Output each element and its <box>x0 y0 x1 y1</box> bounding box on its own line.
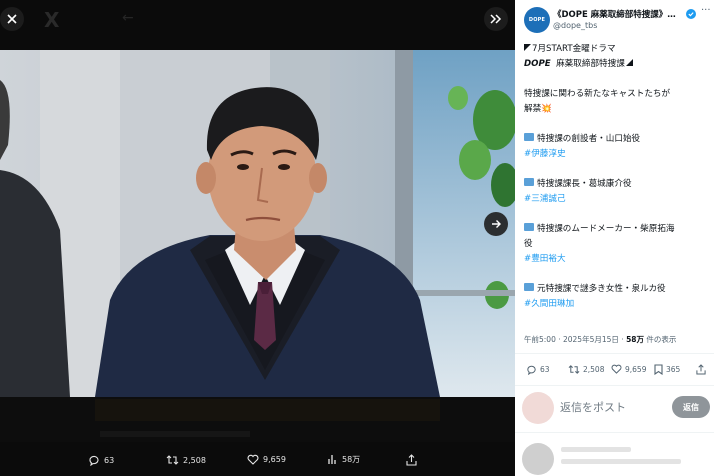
expand-icon <box>490 14 502 24</box>
reply-icon <box>527 365 536 375</box>
tweet-line: 解禁💥 <box>524 102 710 117</box>
heart-icon <box>247 454 259 465</box>
account-avatar[interactable]: DOPE <box>524 7 550 33</box>
hashtag-link[interactable]: #久間田琳加 <box>524 297 710 312</box>
user-avatar <box>522 392 554 424</box>
account-name[interactable]: 《DOPE 麻薬取締部特捜課》… <box>553 8 687 20</box>
dimmed-logo-icon: X <box>44 8 60 32</box>
share-button[interactable] <box>696 364 709 375</box>
verified-icon <box>686 9 696 19</box>
divider <box>515 385 714 386</box>
viewer-repost-button[interactable]: 2,508 <box>166 454 206 466</box>
bookmark-icon <box>654 364 663 375</box>
view-count: 58万 <box>626 335 644 344</box>
tweet-line-text: 7月START金曜ドラマ <box>532 44 616 54</box>
tweet-meta: 午前5:00 · 2025年5月15日 · 58万 件の表示 <box>524 334 676 345</box>
repost-icon <box>568 365 580 374</box>
reply-submit-button[interactable]: 返信 <box>672 396 710 418</box>
reply-author-avatar <box>522 443 554 475</box>
reply-item[interactable] <box>515 433 714 476</box>
avatar-logo-text: DOPE <box>528 17 546 23</box>
tweet-line: 特捜課に関わる新たなキャストたちが <box>524 87 710 102</box>
corner-mark-icon <box>524 44 531 51</box>
viewer-views-count: 58万 <box>342 455 361 464</box>
media-image <box>0 50 515 397</box>
viewer-action-bar: 63 2,508 9,659 58万 <box>0 448 515 476</box>
bookmark-button[interactable]: 365 <box>654 364 680 375</box>
close-button[interactable] <box>0 7 24 31</box>
cast-role-text: 特捜課課長・葛城康介役 <box>537 179 632 189</box>
next-media-button[interactable] <box>484 212 508 236</box>
reply-button[interactable]: 63 <box>526 364 550 375</box>
share-icon <box>406 454 417 466</box>
dimmed-strip <box>95 399 440 421</box>
share-icon <box>696 364 706 375</box>
title-logo-text: DOPE <box>524 59 551 69</box>
viewer-views-button[interactable]: 58万 <box>327 454 360 465</box>
cast-role-text: 元特捜課で謎多き女性・泉ルカ役 <box>537 284 666 294</box>
folder-icon <box>524 283 534 291</box>
repost-count: 2,508 <box>583 365 605 374</box>
tweet-line: 7月START金曜ドラマ <box>524 42 710 57</box>
viewer-reply-button[interactable]: 63 <box>88 454 114 466</box>
view-count-label: 件の表示 <box>644 335 677 344</box>
divider <box>515 353 714 354</box>
hashtag-link[interactable]: #伊藤淳史 <box>524 147 710 162</box>
tweet-text: 7月START金曜ドラマ DOPE 麻薬取締部特捜課 特捜課に関わる新たなキャス… <box>524 42 710 312</box>
folder-icon <box>524 223 534 231</box>
tweet-action-bar: 63 2,508 9,659 365 <box>515 359 714 383</box>
dimmed-background-content <box>0 397 515 442</box>
tweet-line: 特捜課のムードメーカー・柴原拓海 <box>524 222 710 237</box>
viewer-repost-count: 2,508 <box>183 455 206 465</box>
media-viewer: X ← 63 2,508 9,659 58万 <box>0 0 515 476</box>
cast-role-text: 特捜課のムードメーカー・柴原拓海 <box>537 224 675 234</box>
bookmark-count: 365 <box>666 365 681 374</box>
reply-icon <box>89 455 99 466</box>
heart-icon <box>611 364 622 374</box>
like-count: 9,659 <box>625 364 647 374</box>
repost-button[interactable]: 2,508 <box>568 364 604 375</box>
expand-panel-button[interactable] <box>484 7 508 31</box>
tweet-line-text: 解禁💥 <box>524 104 552 114</box>
reply-count: 63 <box>540 365 550 374</box>
cast-role-text: 特捜課の創設者・山口始役 <box>537 134 641 144</box>
dimmed-text <box>100 431 250 437</box>
tweet-line: 特捜課課長・葛城康介役 <box>524 177 710 192</box>
post-timestamp[interactable]: 午前5:00 · 2025年5月15日 · <box>524 335 626 344</box>
tweet-line: 役 <box>524 239 533 249</box>
tweet-line: 元特捜課で謎多き女性・泉ルカ役 <box>524 282 710 297</box>
tweet-line-text: 麻薬取締部特捜課 <box>556 59 625 69</box>
more-options-button[interactable]: ··· <box>701 5 711 16</box>
reply-input[interactable]: 返信をポスト <box>560 399 626 415</box>
folder-icon <box>524 133 534 141</box>
close-icon <box>7 14 17 24</box>
dimmed-background-header: X ← <box>0 0 515 40</box>
reply-text-placeholder <box>561 459 681 464</box>
more-icon: ··· <box>701 5 711 16</box>
tweet-line: DOPE 麻薬取締部特捜課 <box>524 57 710 72</box>
viewer-share-button[interactable] <box>406 454 421 466</box>
tweet-line: 特捜課の創設者・山口始役 <box>524 132 710 147</box>
hashtag-link[interactable]: #豊田裕大 <box>524 252 710 267</box>
arrow-right-icon <box>491 220 501 228</box>
reply-author-placeholder <box>561 447 631 452</box>
views-icon <box>328 455 336 464</box>
hashtag-link[interactable]: #三浦誠己 <box>524 192 710 207</box>
repost-icon <box>166 455 179 465</box>
viewer-reply-count: 63 <box>104 455 115 465</box>
folder-icon <box>524 178 534 186</box>
tweet-panel: DOPE 《DOPE 麻薬取締部特捜課》… ··· @dope_tbs 7月ST… <box>515 0 714 476</box>
corner-mark-icon <box>625 59 633 66</box>
account-handle[interactable]: @dope_tbs <box>553 21 597 30</box>
viewer-like-count: 9,659 <box>263 455 286 464</box>
app-window: X ← 63 2,508 9,659 58万 DOPE 《DOPE 麻薬取締部特… <box>0 0 714 476</box>
dimmed-header-text: ← <box>122 10 134 26</box>
like-button[interactable]: 9,659 <box>611 364 646 374</box>
viewer-like-button[interactable]: 9,659 <box>247 454 286 465</box>
tweet-line-text: 特捜課に関わる新たなキャストたちが <box>524 89 671 99</box>
